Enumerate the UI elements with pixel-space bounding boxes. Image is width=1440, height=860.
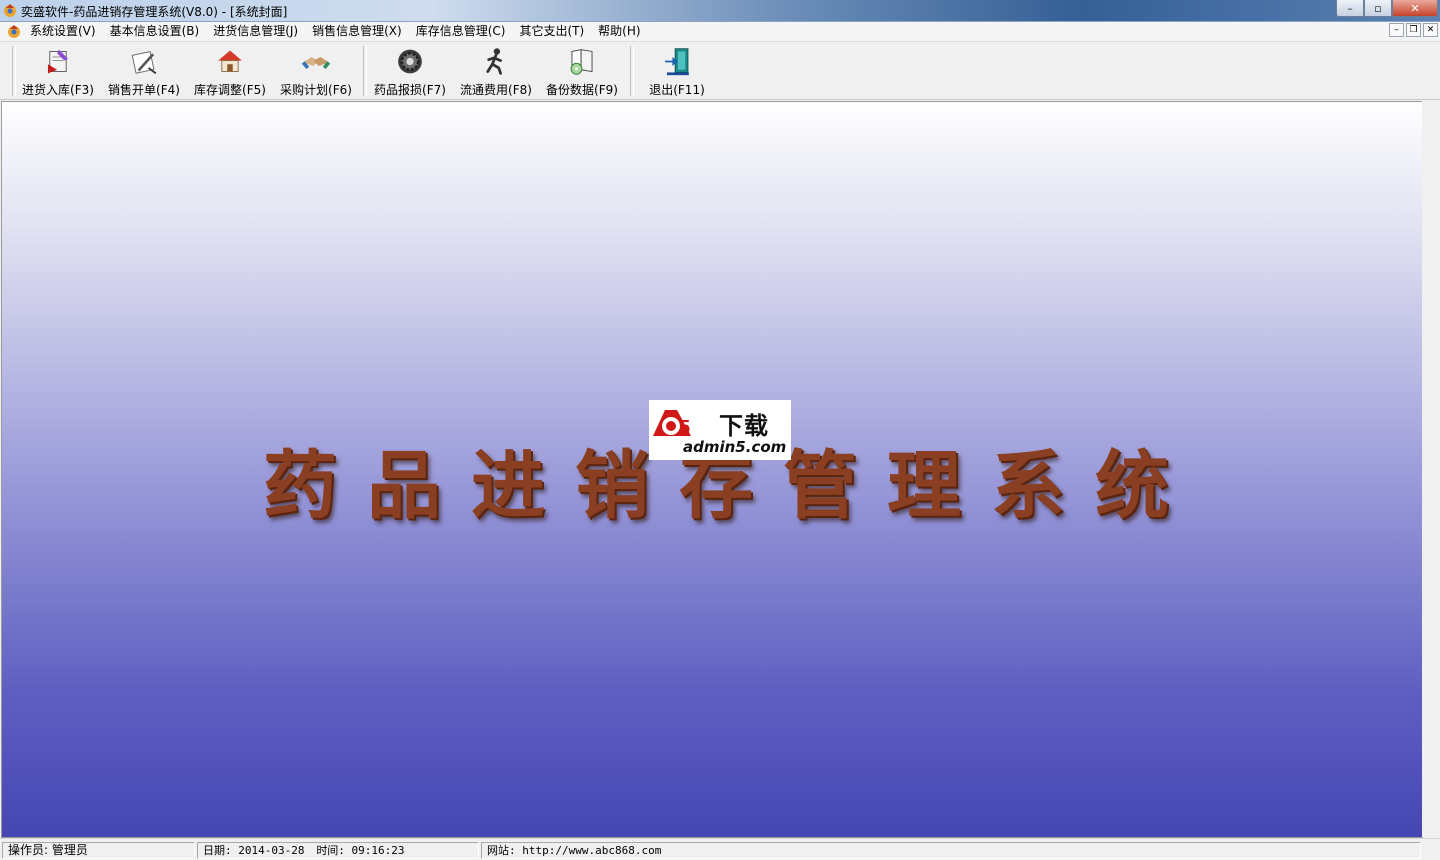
mdi-restore-button[interactable]: ❐ [1406,23,1421,37]
book-disc-icon [570,49,593,75]
runner-icon [486,48,502,75]
purchase-plan-button[interactable]: 采购计划(F6) [273,44,359,98]
status-date: 日期: 2014-03-28 [203,844,305,857]
sales-order-label: 销售开单(F4) [108,83,180,97]
svg-text:5: 5 [679,417,690,439]
watermark-site: admin5.com [683,438,787,456]
exit-button[interactable]: 退出(F11) [634,44,720,98]
caption-buttons: – ▫ ✕ [1336,0,1438,18]
right-edge-strip [1422,101,1440,837]
mdi-child-icon[interactable] [6,23,22,39]
inventory-adjust-label: 库存调整(F5) [194,83,266,97]
menu-inventory-management[interactable]: 库存信息管理(C) [409,24,513,39]
drug-damage-label: 药品报损(F7) [374,83,446,97]
status-time: 时间: 09:16:23 [316,844,405,857]
house-icon [218,50,242,72]
menu-basic-info-settings[interactable]: 基本信息设置(B) [103,24,207,39]
purchase-plan-label: 采购计划(F6) [280,83,352,97]
watermark-logo: 5 下载 admin5.com [649,400,791,460]
backup-data-button[interactable]: 备份数据(F9) [539,44,625,98]
menu-other-expenses[interactable]: 其它支出(T) [512,24,591,39]
menu-sales-management[interactable]: 销售信息管理(X) [305,24,409,39]
window-title: 奕盛软件-药品进销存管理系统(V8.0) - [系统封面] [21,5,288,19]
menu-purchase-management[interactable]: 进货信息管理(J) [206,24,305,39]
maximize-button[interactable]: ▫ [1364,0,1392,17]
drug-damage-button[interactable]: 药品报损(F7) [367,44,453,98]
menu-system-settings[interactable]: 系统设置(V) [23,24,103,39]
gear-icon [398,49,422,74]
exit-label: 退出(F11) [649,83,705,97]
title-bar[interactable]: 奕盛软件-药品进销存管理系统(V8.0) - [系统封面] – ▫ ✕ [0,0,1440,22]
mdi-minimize-button[interactable]: – [1389,23,1404,37]
inventory-adjust-button[interactable]: 库存调整(F5) [187,44,273,98]
purchase-stock-label: 进货入库(F3) [22,83,94,97]
close-button[interactable]: ✕ [1392,0,1438,17]
mdi-buttons: – ❐ ✕ [1389,23,1438,37]
status-website: 网站: http://www.abc868.com [481,842,1421,859]
sales-order-icon [131,51,157,75]
minimize-button[interactable]: – [1336,0,1364,17]
splash-panel: 药品进销存管理系统 5 下载 admin5.com [1,101,1423,838]
exit-door-icon [665,48,689,76]
handshake-icon [301,56,331,70]
app-icon[interactable] [2,2,18,18]
app-window: 奕盛软件-药品进销存管理系统(V8.0) - [系统封面] – ▫ ✕ 系统设置… [0,0,1440,860]
watermark-title: 下载 [719,412,769,440]
circulation-cost-button[interactable]: 流通费用(F8) [453,44,539,98]
toolbar: 进货入库(F3) 销售开单(F4) 库存调整(F5) 采购计划(F6) 药品报损… [0,42,1440,100]
status-datetime: 日期: 2014-03-28 时间: 09:16:23 [197,842,479,859]
status-bar: 操作员: 管理员 日期: 2014-03-28 时间: 09:16:23 网站:… [0,838,1440,860]
purchase-stock-icon [47,49,69,74]
menu-bar: 系统设置(V) 基本信息设置(B) 进货信息管理(J) 销售信息管理(X) 库存… [0,22,1440,42]
purchase-stock-button[interactable]: 进货入库(F3) [15,44,101,98]
status-operator: 操作员: 管理员 [2,842,195,859]
backup-data-label: 备份数据(F9) [546,83,618,97]
menu-help[interactable]: 帮助(H) [591,24,647,39]
sales-order-button[interactable]: 销售开单(F4) [101,44,187,98]
mdi-close-button[interactable]: ✕ [1423,23,1438,37]
circulation-cost-label: 流通费用(F8) [460,83,532,97]
